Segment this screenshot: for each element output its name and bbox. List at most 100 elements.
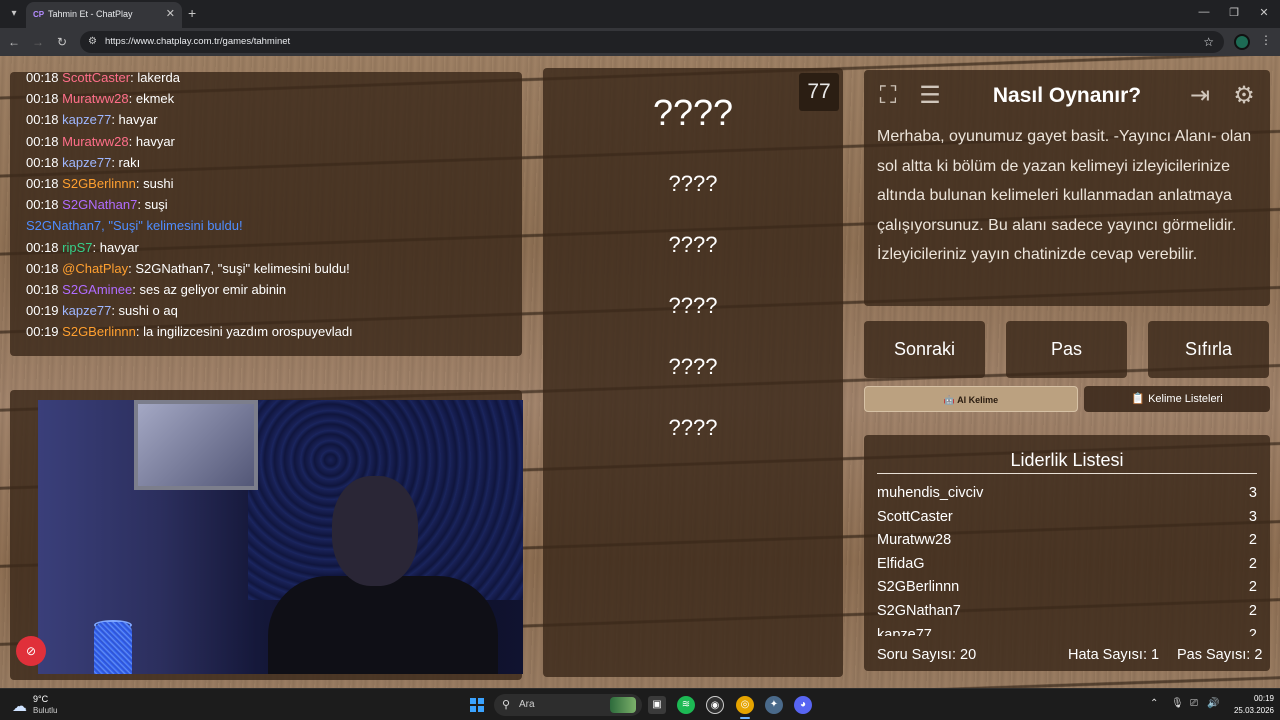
chat-message: 00:18 S2GBerlinnn: sushi — [26, 176, 173, 192]
window-close-icon[interactable]: ✕ — [1254, 6, 1274, 19]
ai-word-button[interactable]: 🤖 AI Kelime — [864, 386, 1078, 412]
chat-message: 00:18 Muratww28: havyar — [26, 134, 175, 150]
leaderboard-row: kapze77 2 — [877, 624, 1257, 636]
webcam-person-head — [332, 476, 418, 586]
chat-text: : havyar — [128, 133, 175, 149]
browser-menu-icon[interactable]: ⋮ — [1260, 33, 1272, 47]
main-word: ???? — [652, 92, 734, 133]
taskbar-search[interactable]: ⚲ Ara — [494, 694, 642, 716]
chat-message: 00:18 kapze77: rakı — [26, 155, 140, 171]
reload-icon[interactable]: ↻ — [54, 34, 70, 50]
leaderboard-row: muhendis_civciv 3 — [877, 482, 1257, 506]
discord-icon[interactable]: ◕ — [794, 696, 812, 714]
chat-username: S2GBerlinnn — [62, 324, 136, 340]
leaderboard-row: S2GBerlinnn 2 — [877, 576, 1257, 600]
tray-expand-icon[interactable]: ⌃ — [1150, 698, 1158, 709]
chat-username: kapze77 — [62, 154, 112, 170]
chatplay-favicon-icon: CP — [33, 10, 45, 19]
forbidden-word: ???? — [668, 415, 718, 440]
leaderboard-row: ScottCaster 3 — [877, 506, 1257, 530]
tab-search-icon[interactable]: ▾ — [6, 6, 22, 22]
weather-description[interactable]: Bulutlu — [33, 706, 57, 715]
leaderboard-score: 2 — [1248, 555, 1257, 572]
leaderboard-score: 2 — [1248, 626, 1257, 636]
app-settings-icon[interactable]: ✦ — [765, 696, 783, 714]
reset-button[interactable]: Sıfırla — [1148, 321, 1269, 378]
chat-text: S2GNathan7, "Suşi" kelimesini buldu! — [26, 218, 243, 234]
chat-timestamp: 00:19 — [26, 324, 59, 340]
chat-message: S2GNathan7, "Suşi" kelimesini buldu! — [26, 218, 243, 234]
leaderboard-score: 3 — [1248, 508, 1257, 525]
clock-time[interactable]: 00:19 — [1244, 694, 1274, 703]
leaderboard-name: ScottCaster — [877, 508, 953, 525]
chat-message: 00:18 ScottCaster: lakerda — [26, 70, 180, 86]
chat-timestamp: 00:18 — [26, 154, 59, 170]
address-bar[interactable]: ⚙ https://www.chatplay.com.tr/games/tahm… — [80, 31, 1224, 53]
chat-message: 00:18 S2GAminee: ses az geliyor emir abi… — [26, 282, 286, 298]
spotify-icon[interactable]: ≋ — [677, 696, 695, 714]
chrome-icon[interactable]: ◎ — [736, 696, 754, 714]
task-view-icon[interactable]: ▣ — [648, 696, 666, 714]
word-lists-button[interactable]: 📋 Kelime Listeleri — [1084, 386, 1270, 412]
browser-tab[interactable]: CP Tahmin Et - ChatPlay ✕ — [26, 2, 182, 28]
bookmark-star-icon[interactable]: ☆ — [1203, 35, 1214, 49]
cloud-icon[interactable]: ☁ — [12, 697, 27, 715]
stop-icon[interactable]: ⊘ — [16, 636, 46, 666]
obs-icon[interactable]: ◉ — [706, 696, 724, 714]
tab-title: Tahmin Et - ChatPlay — [48, 9, 133, 19]
profile-avatar[interactable] — [1234, 34, 1250, 50]
chat-text: : havyar — [92, 239, 139, 255]
windows-start-icon[interactable] — [470, 698, 484, 712]
leaderboard-score: 2 — [1248, 579, 1257, 596]
network-icon[interactable]: ⎚ — [1190, 698, 1198, 709]
chat-message: 00:18 kapze77: havyar — [26, 112, 158, 128]
tab-close-icon[interactable]: ✕ — [166, 7, 175, 20]
chat-timestamp: 00:18 — [26, 133, 59, 149]
leaderboard-score: 3 — [1248, 485, 1257, 501]
taskbar: ☁ 9°C Bulutlu ⚲ Ara ▣ ≋ ◉ ◎ ✦ ◕ ⌃ 🎙 ⎚ 🔊 … — [0, 688, 1280, 720]
leaderboard-row: Muratww28 2 — [877, 529, 1257, 553]
url-text[interactable]: https://www.chatplay.com.tr/games/tahmin… — [105, 36, 290, 47]
chat-text: : S2GNathan7, "suşi" kelimesini buldu! — [128, 260, 350, 276]
chat-timestamp: 00:18 — [26, 282, 59, 297]
leaderboard-name: kapze77 — [877, 626, 932, 636]
microphone-icon[interactable]: 🎙 — [1171, 698, 1184, 709]
webcam-speaker — [94, 622, 132, 674]
tab-bar: ▾ CP Tahmin Et - ChatPlay ✕ + — ❐ ✕ — [0, 0, 1280, 28]
site-info-icon[interactable]: ⚙ — [88, 36, 97, 47]
chat-timestamp: 00:18 — [26, 112, 59, 128]
chat-username: kapze77 — [62, 112, 112, 128]
webcam-person-body — [268, 576, 498, 674]
weather-temperature[interactable]: 9°C — [33, 694, 48, 704]
next-button[interactable]: Sonraki — [864, 321, 985, 378]
chat-timestamp: 00:18 — [26, 239, 59, 255]
chat-timestamp: 00:18 — [26, 197, 59, 213]
minimize-icon[interactable]: — — [1194, 6, 1214, 18]
clock-date[interactable]: 25.03.2026 — [1226, 706, 1274, 715]
chat-username: @ChatPlay — [62, 260, 129, 276]
chat-username: S2GNathan7 — [62, 197, 138, 213]
volume-icon[interactable]: 🔊 — [1207, 698, 1219, 709]
new-tab-icon[interactable]: + — [188, 5, 196, 21]
chat-username: Muratww28 — [62, 91, 129, 107]
chat-timestamp: 00:18 — [26, 176, 59, 191]
leaderboard-name: ElfidaG — [877, 555, 925, 572]
forbidden-word: ???? — [668, 171, 718, 196]
restore-icon[interactable]: ❐ — [1224, 6, 1244, 19]
chat-username: S2GBerlinnn — [62, 176, 136, 191]
chat-username: ScottCaster — [62, 70, 131, 85]
forward-icon[interactable]: → — [30, 34, 46, 50]
pass-count: Pas Sayısı: 2 — [1177, 647, 1263, 663]
question-count: Soru Sayısı: 20 — [877, 647, 977, 663]
back-icon[interactable]: ← — [6, 34, 22, 50]
how-to-play-text: Merhaba, oyunumuz gayet basit. -Yayıncı … — [877, 128, 1252, 263]
leaderboard-name: Muratww28 — [877, 532, 952, 549]
chat-message: 00:18 Muratww28: ekmek — [26, 91, 174, 107]
chat-text: : ses az geliyor emir abinin — [132, 282, 287, 297]
chat-text: : sushi o aq — [111, 303, 178, 319]
leaderboard-row: ElfidaG 2 — [877, 553, 1257, 577]
pass-button[interactable]: Pas — [1006, 321, 1127, 378]
chat-message: 00:18 S2GNathan7: suşi — [26, 197, 168, 213]
forbidden-word: ???? — [668, 232, 718, 257]
chat-timestamp: 00:18 — [26, 260, 59, 276]
